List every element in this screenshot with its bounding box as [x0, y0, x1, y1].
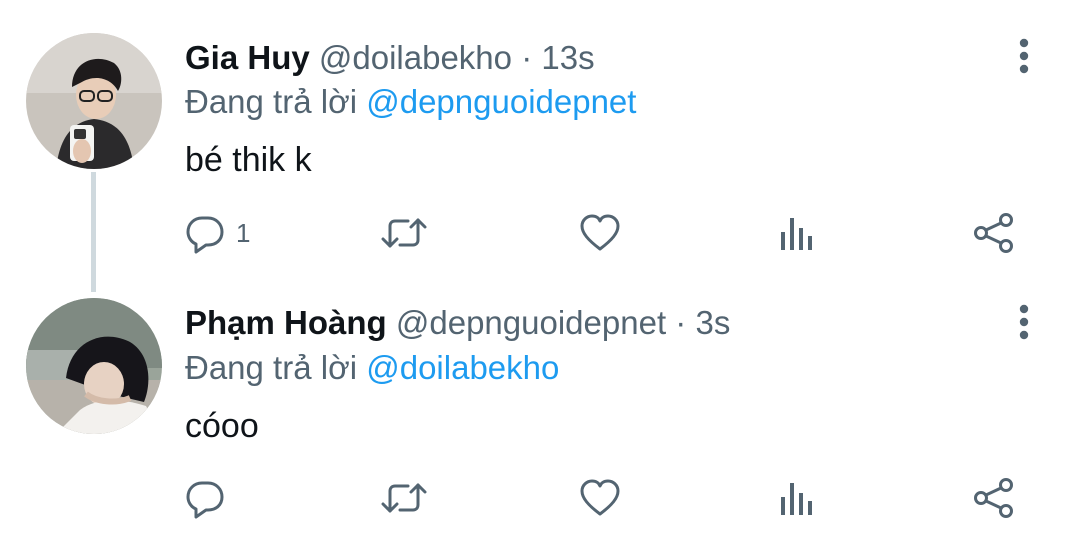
mention-link[interactable]: @doilabekho: [366, 349, 559, 386]
reply-button[interactable]: 1: [184, 208, 250, 258]
user-avatar[interactable]: [26, 33, 162, 169]
retweet-button[interactable]: [380, 208, 428, 258]
tweet[interactable]: Phạm Hoàng @depnguoidepnet · 3s Đang trả…: [0, 270, 1080, 537]
user-handle[interactable]: @doilabekho: [319, 39, 512, 76]
tweet-text: bé thik k: [185, 141, 312, 179]
tweet-actions: [0, 473, 1080, 523]
views-icon: [781, 483, 812, 515]
user-avatar[interactable]: [26, 298, 162, 434]
replying-prefix: Đang trả lời: [185, 83, 358, 120]
timestamp[interactable]: 3s: [695, 304, 730, 341]
replying-to: Đang trả lời @depnguoidepnet: [185, 82, 636, 122]
display-name[interactable]: Phạm Hoàng: [185, 304, 387, 341]
retweet-button[interactable]: [380, 473, 428, 523]
display-name[interactable]: Gia Huy: [185, 39, 310, 76]
replying-to: Đang trả lời @doilabekho: [185, 348, 559, 388]
share-button[interactable]: [972, 208, 1016, 258]
like-button[interactable]: [578, 208, 622, 258]
tweet-text: cóoo: [185, 407, 259, 445]
user-handle[interactable]: @depnguoidepnet: [396, 304, 666, 341]
heart-icon: [580, 214, 620, 251]
mention-link[interactable]: @depnguoidepnet: [366, 83, 636, 120]
more-vertical-icon: [1019, 304, 1029, 340]
replying-prefix: Đang trả lời: [185, 349, 358, 386]
share-icon: [974, 478, 1013, 518]
reply-count: 1: [236, 217, 251, 248]
tweet-header: Gia Huy @doilabekho · 13s: [185, 38, 595, 78]
views-button[interactable]: [778, 473, 818, 523]
retweet-icon: [381, 483, 427, 513]
tweet-header: Phạm Hoàng @depnguoidepnet · 3s: [185, 303, 730, 343]
avatar-photo: [26, 298, 162, 434]
tweet[interactable]: Gia Huy @doilabekho · 13s Đang trả lời @…: [0, 0, 1080, 292]
reply-icon: [186, 216, 224, 254]
views-icon: [781, 218, 812, 250]
more-vertical-icon: [1019, 38, 1029, 74]
heart-icon: [580, 479, 620, 516]
retweet-icon: [381, 218, 427, 248]
reply-icon: [186, 481, 224, 519]
like-button[interactable]: [578, 473, 622, 523]
share-icon: [974, 213, 1013, 253]
avatar-photo: [26, 33, 162, 169]
timestamp[interactable]: 13s: [541, 39, 594, 76]
tweet-actions: 1: [0, 208, 1080, 258]
reply-button[interactable]: [184, 473, 236, 523]
more-options-button[interactable]: [1004, 302, 1044, 342]
share-button[interactable]: [972, 473, 1016, 523]
separator-dot: ·: [675, 304, 687, 341]
more-options-button[interactable]: [1004, 36, 1044, 76]
views-button[interactable]: [778, 208, 818, 258]
separator-dot: ·: [521, 39, 533, 76]
